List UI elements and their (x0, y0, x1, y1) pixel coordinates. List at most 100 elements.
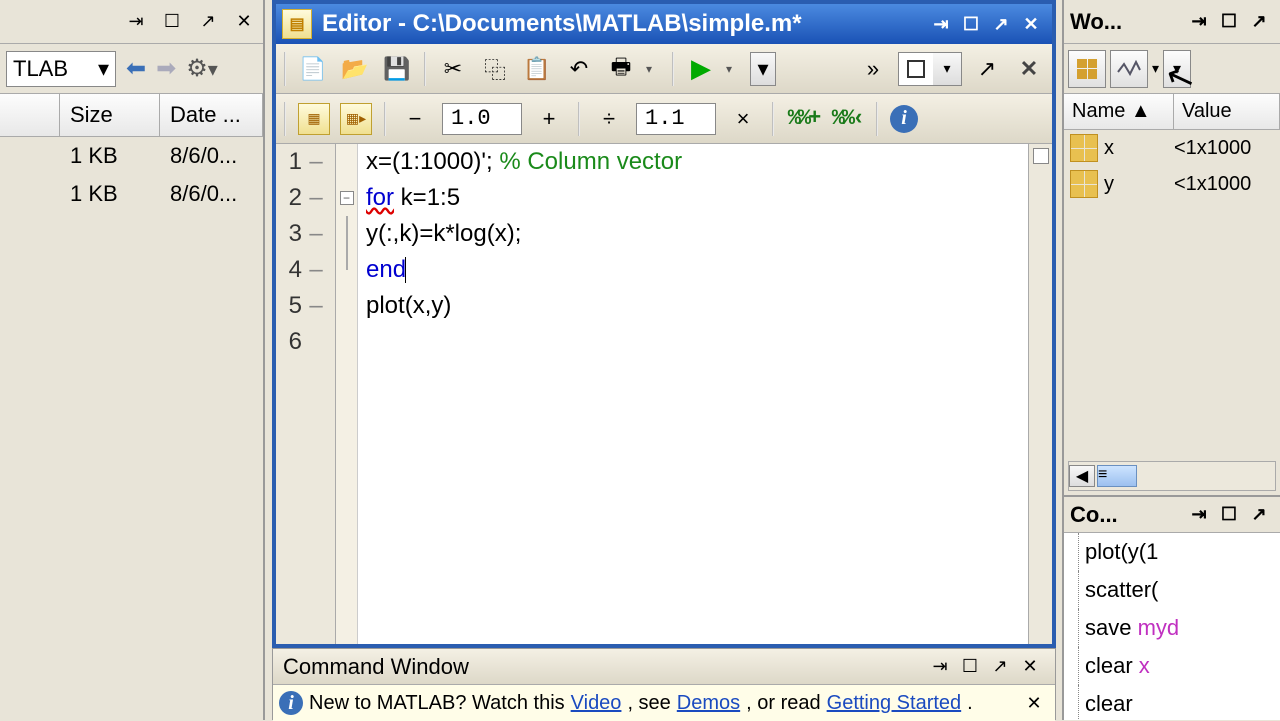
maximize-icon[interactable]: ☐ (956, 9, 986, 39)
video-link[interactable]: Video (571, 692, 622, 715)
banner-text: , or read (746, 692, 820, 715)
undock-icon[interactable]: ↗ (970, 52, 1004, 86)
minus-icon[interactable]: − (398, 102, 432, 136)
command-history-titlebar[interactable]: Co... ⇥ ☐ ↗ (1064, 497, 1280, 533)
history-item[interactable]: clear x (1078, 647, 1280, 685)
run-config-dropdown[interactable]: ▾ (750, 52, 776, 86)
maximize-icon[interactable]: ☐ (955, 652, 985, 682)
line-number: 5 (276, 292, 306, 320)
scroll-thumb[interactable]: ≡ (1097, 465, 1137, 487)
undock-icon[interactable]: ↗ (1244, 7, 1274, 37)
scroll-left-icon[interactable]: ◀ (1069, 465, 1095, 487)
breakpoint-dash[interactable]: – (306, 292, 326, 320)
command-window-title: Command Window (283, 654, 469, 680)
copy-icon[interactable]: ⿻ (478, 52, 512, 86)
col-name[interactable]: Name ▲ (1064, 94, 1174, 129)
history-item[interactable]: plot(y(1 (1078, 533, 1280, 571)
open-file-icon[interactable]: 📂 (338, 52, 372, 86)
file-row[interactable]: 1 KB 8/6/0... (0, 175, 263, 213)
close-icon[interactable]: ✕ (1016, 9, 1046, 39)
code-text: plot(x,y) (366, 292, 451, 320)
code-comment: % Column vector (499, 148, 682, 176)
breakpoint-dash[interactable]: – (306, 256, 326, 284)
getting-started-link[interactable]: Getting Started (827, 692, 962, 715)
dock-icon[interactable]: ⇥ (926, 9, 956, 39)
close-icon[interactable]: ✕ (1015, 652, 1045, 682)
new-file-icon[interactable]: 📄 (296, 52, 330, 86)
insert-cell-icon[interactable]: %%+ (786, 102, 820, 136)
new-variable-icon[interactable] (1068, 50, 1106, 88)
col-date[interactable]: Date ... (160, 94, 263, 136)
close-tab-icon[interactable]: ✕ (1012, 52, 1046, 86)
code-status-indicator[interactable] (1033, 148, 1049, 164)
cut-icon[interactable]: ✂ (436, 52, 470, 86)
maximize-icon[interactable]: ☐ (157, 7, 187, 37)
forward-icon[interactable]: ➡ (156, 54, 176, 83)
editor-titlebar[interactable]: ▤ Editor - C:\Documents\MATLAB\simple.m*… (276, 4, 1052, 44)
col-value[interactable]: Value (1174, 94, 1280, 129)
code-keyword: for (366, 184, 394, 212)
fold-minus-icon[interactable]: − (340, 191, 354, 205)
code-editor[interactable]: x=(1:1000)'; % Column vector for k=1:5 y… (358, 144, 1028, 644)
paste-icon[interactable]: 📋 (520, 52, 554, 86)
command-window-titlebar[interactable]: Command Window ⇥ ☐ ↗ ✕ (273, 649, 1055, 685)
history-item[interactable]: clear (1078, 685, 1280, 720)
run-icon[interactable]: ▶ (684, 52, 718, 86)
dock-icon[interactable]: ⇥ (1184, 500, 1214, 530)
file-row[interactable]: 1 KB 8/6/0... (0, 137, 263, 175)
undock-icon[interactable]: ↗ (193, 7, 223, 37)
save-icon[interactable]: 💾 (380, 52, 414, 86)
cell-mode-combo[interactable]: ▾ (898, 52, 962, 86)
dropdown-icon[interactable]: ▾ (646, 62, 662, 76)
breakpoint-dash[interactable]: – (306, 220, 326, 248)
maximize-icon[interactable]: ☐ (1214, 500, 1244, 530)
back-icon[interactable]: ⬅ (126, 54, 146, 83)
undock-icon[interactable]: ↗ (985, 652, 1015, 682)
more-icon[interactable]: » (856, 52, 890, 86)
workspace-titlebar[interactable]: Wo... ⇥ ☐ ↗ (1064, 0, 1280, 44)
col-size[interactable]: Size (60, 94, 160, 136)
chevron-down-icon: ▾ (98, 56, 109, 82)
demos-link[interactable]: Demos (677, 692, 740, 715)
close-icon[interactable]: ✕ (229, 7, 259, 37)
undock-icon[interactable]: ↗ (1244, 500, 1274, 530)
insert-cell2-icon[interactable]: %%‹ (830, 102, 864, 136)
close-banner-icon[interactable]: ✕ (1019, 688, 1049, 718)
chevron-down-icon[interactable]: ▾ (1152, 60, 1159, 77)
breakpoint-dash[interactable]: – (306, 184, 326, 212)
history-item[interactable]: scatter( (1078, 571, 1280, 609)
command-history-list[interactable]: plot(y(1 scatter( save myd clear x clear (1064, 533, 1280, 720)
dropdown-icon[interactable]: ▾ (726, 62, 742, 76)
history-item[interactable]: save myd (1078, 609, 1280, 647)
line-number: 1 (276, 148, 306, 176)
editor-toolbar-cell: ▦ ▦▸ − + ÷ × %%+ %%‹ i (276, 94, 1052, 144)
multiply-field[interactable] (636, 103, 716, 135)
plus-icon[interactable]: + (532, 102, 566, 136)
plot-dropdown[interactable]: ▾ (1163, 50, 1191, 88)
times-icon[interactable]: × (726, 102, 760, 136)
dock-icon[interactable]: ⇥ (1184, 7, 1214, 37)
horizontal-scrollbar[interactable]: ◀ ≡ (1068, 461, 1276, 491)
eval-cell-advance-icon[interactable]: ▦▸ (340, 103, 372, 135)
eval-cell-icon[interactable]: ▦ (298, 103, 330, 135)
undock-icon[interactable]: ↗ (986, 9, 1016, 39)
variable-row[interactable]: y <1x1000 (1064, 166, 1280, 202)
gear-icon[interactable]: ⚙▾ (186, 54, 218, 83)
variable-row[interactable]: x <1x1000 (1064, 130, 1280, 166)
plot-variable-icon[interactable] (1110, 50, 1148, 88)
line-number: 3 (276, 220, 306, 248)
breakpoint-dash[interactable]: – (306, 148, 326, 176)
print-icon[interactable]: 🖶 (604, 52, 638, 86)
increment-field[interactable] (442, 103, 522, 135)
welcome-banner: i New to MATLAB? Watch this Video , see … (273, 685, 1055, 721)
info-icon[interactable]: i (890, 105, 918, 133)
dock-icon[interactable]: ⇥ (925, 652, 955, 682)
command-history-panel: Co... ⇥ ☐ ↗ plot(y(1 scatter( save myd c… (1062, 495, 1280, 720)
undo-icon[interactable]: ↶ (562, 52, 596, 86)
maximize-icon[interactable]: ☐ (1214, 7, 1244, 37)
divide-icon[interactable]: ÷ (592, 102, 626, 136)
dock-icon[interactable]: ⇥ (121, 7, 151, 37)
folder-combo[interactable]: TLAB ▾ (6, 51, 116, 87)
command-history-title: Co... (1070, 502, 1118, 528)
col-icon[interactable] (0, 94, 60, 136)
